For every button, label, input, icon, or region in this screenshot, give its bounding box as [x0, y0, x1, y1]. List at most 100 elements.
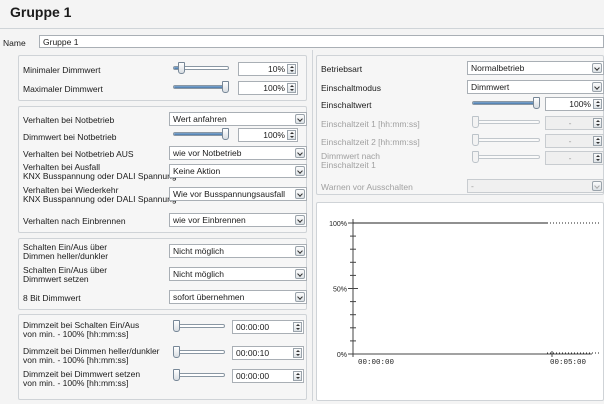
- min-dimm-slider[interactable]: [173, 62, 229, 74]
- ez1-input: -: [545, 116, 604, 130]
- chevron-down-icon: [295, 114, 305, 124]
- dz-dimmen-input[interactable]: 00:00:10: [232, 346, 304, 360]
- dimm-nach-input: -: [545, 151, 604, 165]
- dimm-notbetrieb-spinner[interactable]: [287, 130, 296, 140]
- betriebsart-label: Betriebsart: [321, 64, 363, 74]
- page-title: Gruppe 1: [10, 4, 72, 20]
- wiederkehr-sublabel: KNX Busspannung oder DALI Spannung: [23, 194, 177, 204]
- x-tick-label: 00:00:00: [358, 359, 395, 367]
- dz-schalten-input[interactable]: 00:00:00: [232, 320, 304, 334]
- einbrennen-select[interactable]: wie vor Einbrennen: [169, 213, 307, 227]
- schalten-dimmen-value: Nicht möglich: [173, 246, 225, 256]
- dimm-notbetrieb-slider[interactable]: [173, 128, 229, 140]
- einschaltmodus-select[interactable]: Dimmwert: [467, 80, 604, 94]
- einschaltwert-slider[interactable]: [472, 97, 540, 109]
- chevron-down-icon: [592, 63, 602, 73]
- dz-schalten-spinner[interactable]: [293, 322, 302, 332]
- einschaltmodus-label: Einschaltmodus: [321, 83, 382, 93]
- notbetrieb-aus-select[interactable]: wie vor Notbetrieb: [169, 146, 307, 160]
- dimm-nach-value: -: [568, 153, 572, 163]
- chevron-down-icon: [592, 82, 602, 92]
- betriebsart-value: Normalbetrieb: [471, 63, 525, 73]
- einschaltwert-spinner[interactable]: [593, 99, 602, 109]
- ez2-input: -: [545, 134, 604, 148]
- schalten-dimmwert-select[interactable]: Nicht möglich: [169, 267, 307, 281]
- panel-splitter[interactable]: [312, 50, 313, 401]
- ez2-spinner: [593, 136, 602, 146]
- chevron-down-icon: [295, 166, 305, 176]
- dimm-nach-sublabel: Einschaltzeit 1: [321, 160, 376, 170]
- warnen-select: -: [467, 179, 604, 193]
- schalten-dimmen-sublabel: Dimmen heller/dunkler: [23, 251, 109, 261]
- chevron-down-icon: [295, 189, 305, 199]
- ez1-spinner: [593, 118, 602, 128]
- dz-setzen-spinner[interactable]: [293, 371, 302, 381]
- dz-dimmen-sublabel: von min. - 100% [hh:mm:ss]: [23, 355, 129, 365]
- einbrennen-label: Verhalten nach Einbrennen: [23, 216, 126, 226]
- dz-setzen-input[interactable]: 00:00:00: [232, 369, 304, 383]
- min-dimm-value: 10%: [267, 64, 285, 74]
- schalten-dimmen-select[interactable]: Nicht möglich: [169, 244, 307, 258]
- dz-setzen-sublabel: von min. - 100% [hh:mm:ss]: [23, 378, 129, 388]
- dimm-nach-spinner: [593, 153, 602, 163]
- chevron-down-icon: [295, 292, 305, 302]
- bit8-select[interactable]: sofort übernehmen: [169, 290, 307, 304]
- dimm-notbetrieb-input[interactable]: 100%: [238, 128, 298, 142]
- chevron-down-icon: [295, 269, 305, 279]
- dz-schalten-sublabel: von min. - 100% [hh:mm:ss]: [23, 329, 129, 339]
- title-divider: [0, 28, 604, 29]
- y-tick-label: 50%: [333, 287, 347, 294]
- max-dimm-label: Maximaler Dimmwert: [23, 84, 103, 94]
- dz-dimmen-slider[interactable]: [173, 346, 225, 358]
- dz-dimmen-spinner[interactable]: [293, 348, 302, 358]
- max-dimm-value: 100%: [263, 83, 285, 93]
- ez2-slider: [472, 134, 540, 146]
- ez2-value: -: [568, 136, 572, 146]
- wiederkehr-value: Wie vor Busspannungsausfall: [173, 189, 285, 199]
- name-input[interactable]: Gruppe 1: [39, 35, 604, 48]
- einbrennen-value: wie vor Einbrennen: [173, 215, 246, 225]
- ausfall-sublabel: KNX Busspannung oder DALI Spannung: [23, 171, 177, 181]
- warnen-label: Warnen vor Ausschalten: [321, 182, 413, 192]
- max-dimm-slider[interactable]: [173, 81, 229, 93]
- notbetrieb-value: Wert anfahren: [173, 114, 227, 124]
- y-tick-label: 0%: [337, 352, 347, 359]
- dz-dimmen-value: 00:00:10: [236, 348, 270, 358]
- ez1-value: -: [568, 118, 572, 128]
- chevron-down-icon: [592, 181, 602, 191]
- ez2-label: Einschaltzeit 2 [hh:mm:ss]: [321, 137, 420, 147]
- chevron-down-icon: [295, 215, 305, 225]
- dz-schalten-slider[interactable]: [173, 320, 225, 332]
- dz-schalten-value: 00:00:00: [236, 322, 270, 332]
- notbetrieb-label: Verhalten bei Notbetrieb: [23, 115, 115, 125]
- warnen-value: -: [471, 181, 474, 191]
- notbetrieb-select[interactable]: Wert anfahren: [169, 112, 307, 126]
- bit8-label: 8 Bit Dimmwert: [23, 293, 81, 303]
- y-tick-label: 100%: [329, 221, 347, 228]
- chevron-down-icon: [295, 246, 305, 256]
- dimm-nach-slider: [472, 151, 540, 163]
- einschaltwert-label: Einschaltwert: [321, 100, 372, 110]
- bit8-value: sofort übernehmen: [173, 292, 245, 302]
- dz-setzen-slider[interactable]: [173, 369, 225, 381]
- max-dimm-input[interactable]: 100%: [238, 81, 298, 95]
- notbetrieb-aus-value: wie vor Notbetrieb: [173, 148, 242, 158]
- ausfall-select[interactable]: Keine Aktion: [169, 164, 307, 178]
- dimm-notbetrieb-label: Dimmwert bei Notbetrieb: [23, 132, 117, 142]
- einschaltwert-value: 100%: [569, 99, 591, 109]
- schalten-dimmwert-sublabel: Dimmwert setzen: [23, 274, 89, 284]
- min-dimm-input[interactable]: 10%: [238, 62, 298, 76]
- schalten-dimmwert-value: Nicht möglich: [173, 269, 225, 279]
- wiederkehr-select[interactable]: Wie vor Busspannungsausfall: [169, 187, 307, 201]
- dimm-notbetrieb-value: 100%: [263, 130, 285, 140]
- einschaltwert-input[interactable]: 100%: [545, 97, 604, 111]
- betriebsart-select[interactable]: Normalbetrieb: [467, 61, 604, 75]
- max-dimm-spinner[interactable]: [287, 83, 296, 93]
- dimm-curve-chart: 100% 50% 0% 00:00:00 00:05:00: [329, 219, 600, 367]
- dz-setzen-value: 00:00:00: [236, 371, 270, 381]
- min-dimm-label: Minimaler Dimmwert: [23, 65, 101, 75]
- ez1-slider: [472, 116, 540, 128]
- name-label: Name: [3, 38, 26, 48]
- min-dimm-spinner[interactable]: [287, 64, 296, 74]
- ausfall-value: Keine Aktion: [173, 166, 221, 176]
